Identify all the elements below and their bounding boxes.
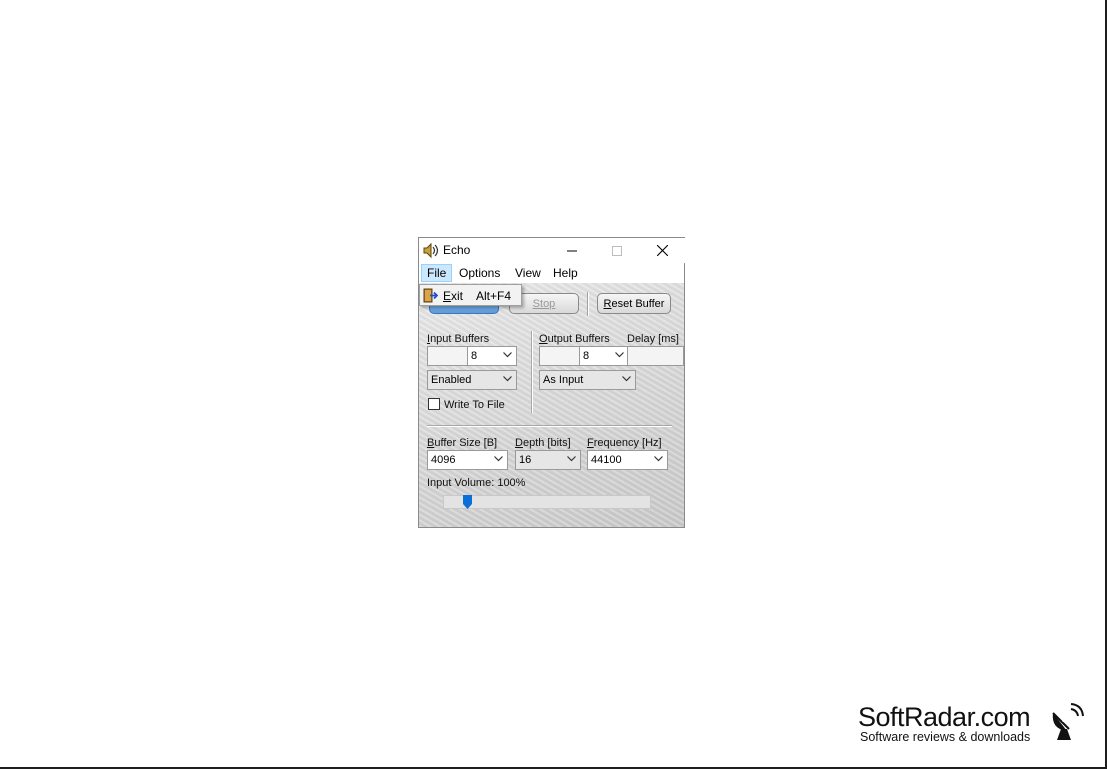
vertical-divider	[531, 331, 533, 413]
write-to-file-label: Write To File	[444, 399, 505, 411]
depth-value: 16	[519, 454, 532, 466]
maximize-button[interactable]	[595, 238, 639, 263]
delay-label: Delay [ms]	[627, 333, 679, 345]
output-buffers-value: 8	[583, 350, 590, 362]
frequency-select[interactable]: 44100	[587, 450, 668, 470]
menu-bar: File Options View Help	[419, 263, 684, 283]
delay-field[interactable]	[627, 346, 684, 366]
output-buffers-label: Output Buffers	[539, 333, 610, 345]
input-buffers-combo[interactable]: 8	[467, 346, 517, 366]
output-buffers-field[interactable]	[539, 346, 580, 366]
frequency-label: Frequency [Hz]	[587, 437, 662, 449]
depth-select[interactable]: 16	[515, 450, 581, 470]
window-title: Echo	[443, 243, 471, 257]
chevron-down-icon	[567, 456, 576, 462]
menu-view[interactable]: View	[510, 265, 546, 283]
close-icon	[656, 245, 668, 256]
input-volume-slider[interactable]	[443, 495, 651, 509]
depth-label: Depth [bits]	[515, 437, 571, 449]
output-mode-select[interactable]: As Input	[539, 370, 636, 390]
chevron-down-icon	[615, 352, 624, 358]
horizontal-divider	[427, 425, 672, 427]
client-area: Stop Reset Buffer Input Buffers 8 Enable…	[419, 283, 684, 527]
chevron-down-icon	[503, 352, 512, 358]
echo-window: Echo File Options View Help Stop Reset B…	[418, 237, 686, 528]
minimize-button[interactable]	[550, 238, 594, 263]
buffer-size-value: 4096	[431, 454, 456, 466]
reset-buffer-button[interactable]: Reset Buffer	[597, 293, 671, 314]
output-mode-value: As Input	[543, 374, 584, 386]
toolbar-separator	[587, 292, 589, 316]
input-volume-label: Input Volume: 100%	[427, 477, 526, 489]
input-buffers-value: 8	[471, 350, 478, 362]
input-buffers-field[interactable]	[427, 346, 468, 366]
frequency-value: 44100	[591, 454, 622, 466]
output-buffers-combo[interactable]: 8	[579, 346, 629, 366]
menu-help[interactable]: Help	[548, 265, 583, 283]
watermark-title: SoftRadar.com	[858, 702, 1031, 732]
exit-icon	[423, 288, 438, 303]
buffer-size-label: Buffer Size [B]	[427, 437, 498, 449]
watermark-subtitle: Software reviews & downloads	[860, 730, 1031, 744]
title-bar[interactable]: Echo	[419, 238, 686, 263]
speaker-icon	[423, 242, 439, 259]
chevron-down-icon	[503, 376, 512, 382]
close-button[interactable]	[640, 238, 684, 263]
buffer-size-select[interactable]: 4096	[427, 450, 508, 470]
maximize-icon	[612, 245, 622, 256]
menu-options[interactable]: Options	[454, 265, 505, 283]
satellite-dish-icon	[1052, 703, 1084, 740]
file-dropdown-menu: Exit Alt+F4	[419, 284, 522, 306]
minimize-icon	[567, 250, 577, 251]
input-mode-value: Enabled	[431, 374, 472, 386]
exit-menu-item[interactable]: Exit	[443, 289, 463, 303]
menu-file[interactable]: File	[421, 264, 453, 282]
chevron-down-icon	[622, 376, 631, 382]
write-to-file-checkbox[interactable]	[428, 398, 440, 410]
slider-thumb[interactable]	[462, 495, 472, 509]
chevron-down-icon	[494, 456, 503, 462]
input-buffers-label: Input Buffers	[427, 333, 490, 345]
exit-shortcut: Alt+F4	[476, 289, 512, 303]
input-mode-select[interactable]: Enabled	[427, 370, 517, 390]
chevron-down-icon	[654, 456, 663, 462]
